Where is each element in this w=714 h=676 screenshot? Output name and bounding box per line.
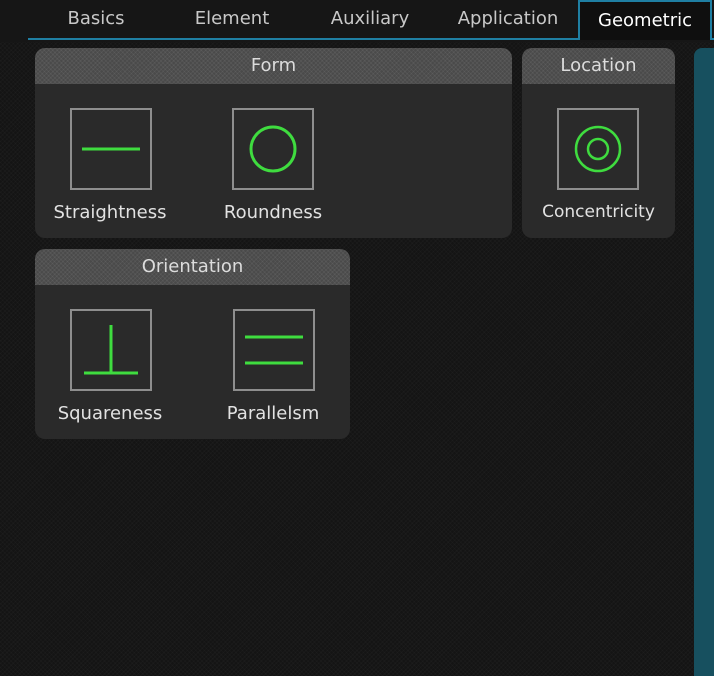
form-group-title: Form <box>35 48 512 84</box>
tab-application[interactable]: Application <box>444 0 572 38</box>
parallelism-tool[interactable]: Parallelsm <box>198 285 348 439</box>
concentricity-icon <box>557 108 639 190</box>
form-group: Form Straightness Roundness <box>35 48 512 238</box>
concentricity-tool[interactable]: Concentricity <box>522 84 675 238</box>
roundness-tool[interactable]: Roundness <box>198 84 348 238</box>
squareness-label: Squareness <box>57 403 163 424</box>
squareness-icon <box>70 309 152 391</box>
location-group: Location Concentricity <box>522 48 675 238</box>
location-group-title: Location <box>522 48 675 84</box>
tab-basics[interactable]: Basics <box>44 0 148 38</box>
straightness-label: Straightness <box>53 202 167 223</box>
parallelism-icon <box>233 309 315 391</box>
tab-auxiliary[interactable]: Auxiliary <box>318 0 422 38</box>
straightness-tool[interactable]: Straightness <box>35 84 185 238</box>
straightness-icon <box>70 108 152 190</box>
orientation-group: Orientation Squareness Parallelsm <box>35 249 350 439</box>
squareness-tool[interactable]: Squareness <box>35 285 185 439</box>
parallelism-label: Parallelsm <box>226 403 320 424</box>
vertical-scrollbar[interactable] <box>694 48 714 676</box>
concentricity-label: Concentricity <box>542 202 655 222</box>
tab-bar: Basics Element Auxiliary Application Geo… <box>0 0 714 42</box>
tab-geometric[interactable]: Geometric <box>578 0 712 40</box>
tab-element[interactable]: Element <box>176 0 288 38</box>
roundness-icon <box>232 108 314 190</box>
roundness-label: Roundness <box>223 202 323 223</box>
orientation-group-title: Orientation <box>35 249 350 285</box>
